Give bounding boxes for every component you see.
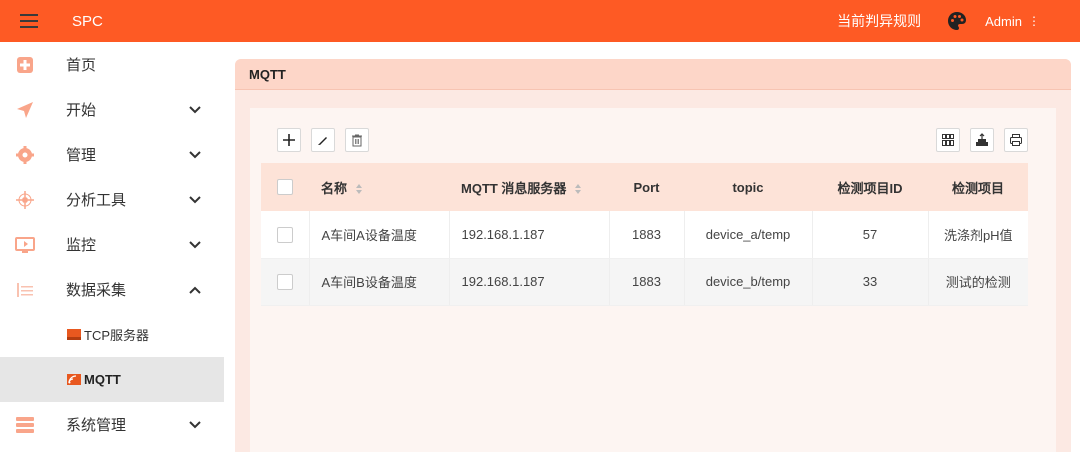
cell-item: 测试的检测	[928, 258, 1028, 306]
cell-item-id: 33	[812, 258, 929, 306]
add-button[interactable]	[277, 128, 301, 152]
sidebar-item-home[interactable]: 首页	[0, 42, 224, 87]
row-checkbox[interactable]	[276, 273, 293, 290]
cell-port: 1883	[609, 211, 685, 259]
top-bar: SPC 当前判异规则 Admin ⋮	[0, 0, 1080, 42]
table-toolbar-right	[936, 128, 1028, 152]
chevron-down-icon	[189, 240, 201, 248]
select-all-cell	[261, 163, 309, 211]
column-header-name[interactable]: 名称	[309, 163, 449, 211]
table-row[interactable]: A车间B设备温度 192.168.1.187 1883 device_b/tem…	[261, 258, 1028, 306]
chevron-down-icon	[189, 105, 201, 113]
cell-topic: device_b/temp	[684, 258, 813, 306]
sidebar-item-label: 监控	[66, 237, 97, 254]
chevron-down-icon	[189, 195, 201, 203]
sort-icon[interactable]	[574, 183, 582, 195]
sidebar-subitem-label: MQTT	[84, 372, 121, 387]
sidebar-item-system[interactable]: 系统管理	[0, 402, 224, 447]
sidebar-item-analysis[interactable]: 分析工具	[0, 177, 224, 222]
sidebar-item-label: 开始	[66, 102, 97, 119]
analysis-icon	[15, 190, 35, 210]
send-icon	[15, 100, 35, 120]
sidebar-item-label: 数据采集	[66, 282, 127, 299]
current-rule-link[interactable]: 当前判异规则	[837, 11, 921, 31]
home-icon	[15, 55, 35, 75]
columns-icon	[942, 134, 954, 146]
cell-mqtt-server: 192.168.1.187	[449, 211, 610, 259]
monitor-icon	[15, 235, 35, 255]
cell-name: A车间B设备温度	[309, 258, 450, 306]
hamburger-icon	[20, 14, 38, 28]
sort-icon[interactable]	[355, 183, 363, 195]
cell-port: 1883	[609, 258, 685, 306]
sidebar-item-label: 系统管理	[66, 417, 127, 434]
sidebar-subitem-mqtt[interactable]: MQTT	[0, 357, 224, 402]
user-name: Admin	[985, 13, 1022, 29]
more-vertical-icon: ⋮	[1028, 14, 1040, 28]
sidebar-item-manage[interactable]: 管理	[0, 132, 224, 177]
chevron-down-icon	[189, 150, 201, 158]
columns-button[interactable]	[936, 128, 960, 152]
sidebar-item-label: 管理	[66, 147, 97, 164]
sidebar-item-monitor[interactable]: 监控	[0, 222, 224, 267]
row-checkbox[interactable]	[276, 226, 293, 243]
table-panel: 名称 MQTT 消息服务器 Port topic 检测项目ID 检测项目 A车间…	[250, 108, 1056, 452]
cell-topic: device_a/temp	[684, 211, 813, 259]
sidebar-item-start[interactable]: 开始	[0, 87, 224, 132]
menu-toggle-button[interactable]	[6, 0, 52, 42]
delete-button[interactable]	[345, 128, 369, 152]
sidebar-item-data-collection[interactable]: 数据采集	[0, 267, 224, 312]
gear-icon	[15, 145, 35, 165]
table-row[interactable]: A车间A设备温度 192.168.1.187 1883 device_a/tem…	[261, 211, 1028, 259]
user-menu[interactable]: Admin ⋮	[985, 14, 1040, 29]
row-select-cell	[261, 211, 310, 259]
chevron-up-icon	[189, 286, 201, 294]
table-header-row: 名称 MQTT 消息服务器 Port topic 检测项目ID 检测项目	[261, 163, 1028, 211]
mqtt-card: MQTT 名称 MQTT 消息服务器 Port topic 检测项目ID 检测项…	[235, 59, 1071, 452]
print-icon	[1010, 134, 1022, 146]
data-collection-icon	[15, 280, 35, 300]
delete-icon	[352, 134, 362, 147]
tcp-server-icon	[67, 329, 81, 340]
edit-icon	[318, 137, 327, 145]
chevron-down-icon	[189, 420, 201, 428]
column-header-mqtt-server[interactable]: MQTT 消息服务器	[449, 163, 609, 211]
export-icon	[976, 133, 988, 146]
sidebar-item-label: 分析工具	[66, 192, 127, 209]
edit-button[interactable]	[311, 128, 335, 152]
cell-mqtt-server: 192.168.1.187	[449, 258, 610, 306]
mqtt-icon	[67, 374, 81, 385]
app-title: SPC	[72, 12, 103, 30]
sidebar-item-label: 首页	[66, 57, 97, 74]
palette-icon[interactable]	[947, 11, 967, 31]
mqtt-table: 名称 MQTT 消息服务器 Port topic 检测项目ID 检测项目 A车间…	[261, 163, 1028, 306]
sidebar-subitem-label: TCP服务器	[84, 328, 150, 343]
select-all-checkbox[interactable]	[277, 179, 293, 196]
table-toolbar-left	[277, 128, 369, 152]
sidebar-subitem-tcp-server[interactable]: TCP服务器	[0, 312, 224, 357]
sidebar: 首页 开始 管理 分析工具 监控 数据采集 TCP服务器 MQTT 系统管理	[0, 42, 224, 452]
system-icon	[15, 415, 35, 435]
column-header-item-id: 检测项目ID	[837, 180, 903, 196]
cell-name: A车间A设备温度	[309, 211, 450, 259]
export-button[interactable]	[970, 128, 994, 152]
add-icon	[283, 134, 295, 146]
print-button[interactable]	[1004, 128, 1028, 152]
cell-item: 洗涤剂pH值	[928, 211, 1028, 259]
column-header-port: Port	[633, 179, 660, 195]
main-content: MQTT 名称 MQTT 消息服务器 Port topic 检测项目ID 检测项…	[224, 42, 1080, 452]
column-header-topic: topic	[732, 179, 764, 195]
cell-item-id: 57	[812, 211, 929, 259]
card-title: MQTT	[235, 59, 1071, 90]
row-select-cell	[261, 258, 310, 306]
column-header-item: 检测项目	[951, 180, 1004, 196]
